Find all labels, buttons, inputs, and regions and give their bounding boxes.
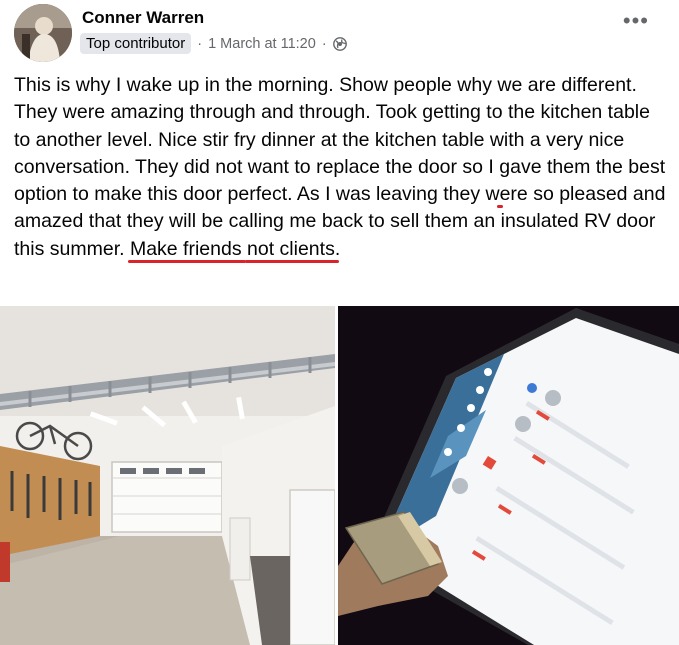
author-name[interactable]: Conner Warren [82,8,204,28]
meta-separator: · [197,35,203,52]
highlighted-phrase-2b: not clients [247,237,335,260]
photo-tablet-quote[interactable] [338,306,679,645]
avatar[interactable] [14,4,72,62]
more-options-icon[interactable]: ••• [623,10,649,32]
globe-icon[interactable] [332,36,347,51]
photo-garage[interactable] [0,306,335,645]
post-body: This is why I wake up in the morning. Sh… [14,72,669,263]
post-timestamp[interactable]: 1 March at 11:20 [208,36,316,52]
post-card: Conner Warren Top contributor · 1 March … [0,0,679,645]
post-text-part-3: . [334,237,341,260]
top-contributor-badge[interactable]: Top contributor [80,33,192,54]
meta-separator-2: · [321,35,327,52]
photo-grid [0,306,679,645]
post-meta: Top contributor · 1 March at 11:20 · [80,33,347,54]
highlighted-phrase-2a: Make friends [129,237,242,260]
